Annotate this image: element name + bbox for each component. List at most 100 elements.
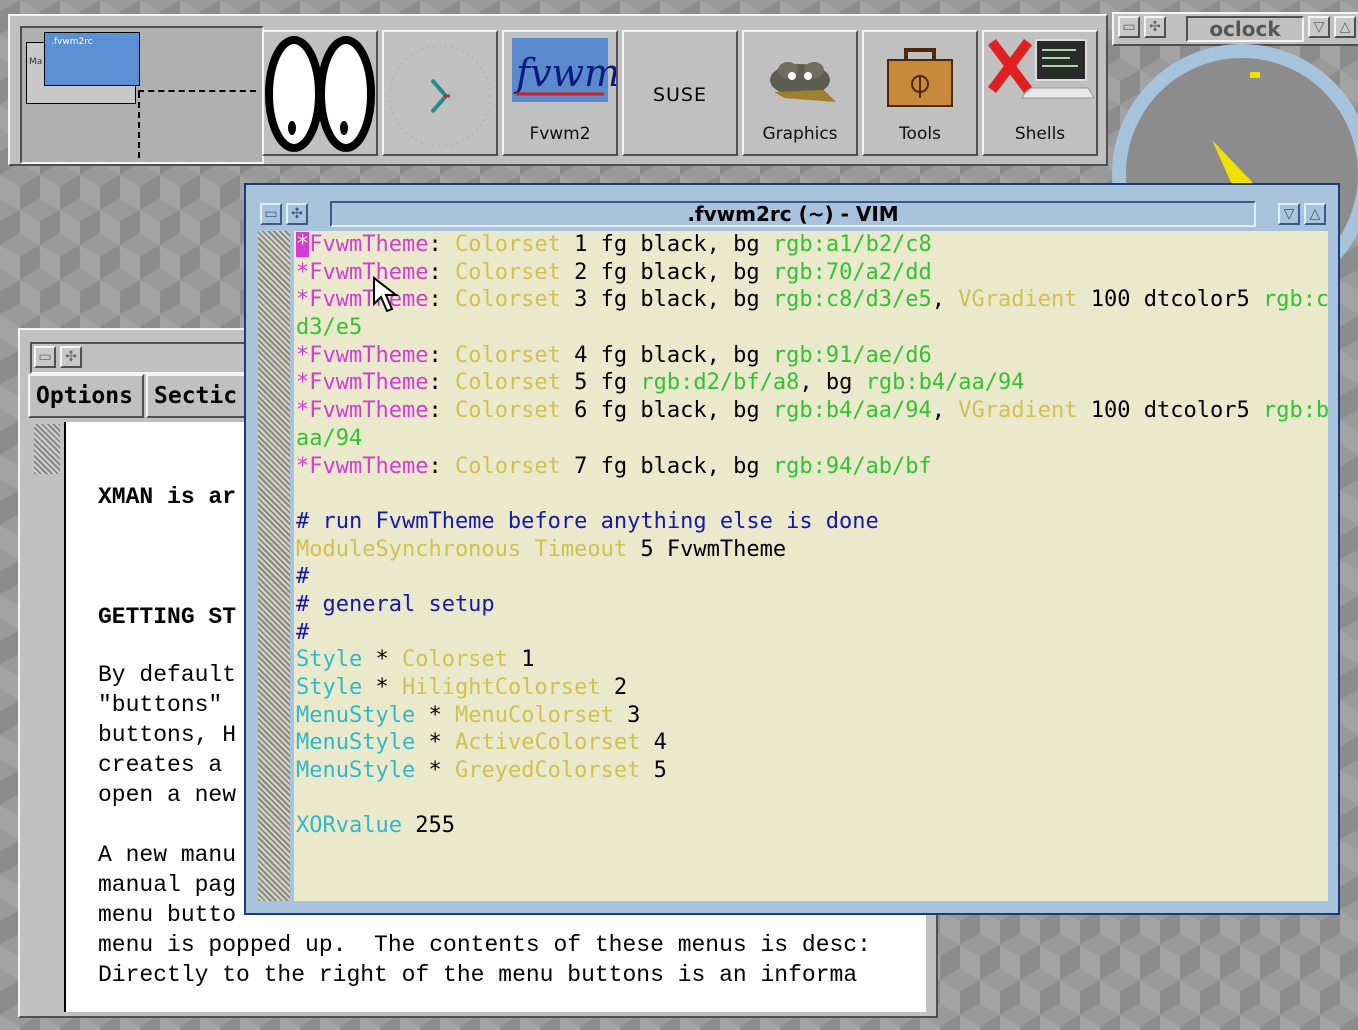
iconify-icon[interactable]: ▽ <box>1278 203 1300 225</box>
code-token: Colorset <box>454 287 561 313</box>
oclock-title: oclock <box>1186 16 1304 42</box>
gimp-icon <box>770 62 836 102</box>
vim-scrollbar[interactable] <box>258 231 290 901</box>
xman-scroll-thumb[interactable] <box>34 424 60 474</box>
code-token: MenuStyle <box>296 702 416 728</box>
code-token: aa/94 <box>296 425 363 451</box>
code-token: Colorset <box>454 342 561 368</box>
minimize-icon[interactable]: ▭ <box>1118 16 1140 38</box>
code-line: aa/94 <box>294 425 1328 453</box>
xterm-icon <box>988 39 1095 99</box>
maximize-icon[interactable]: △ <box>1304 203 1326 225</box>
code-token: , <box>931 398 959 424</box>
text-line: creates a <box>98 752 223 778</box>
code-token: rgb:c8/d3/e5 <box>772 287 932 313</box>
code-line: *FvwmTheme: Colorset 6 fg black, bg rgb:… <box>294 397 1328 425</box>
code-token: 7 fg black, bg <box>560 453 773 479</box>
options-menu[interactable]: Options <box>28 374 144 418</box>
xman-scrollbar[interactable] <box>32 422 66 1012</box>
move-icon[interactable]: ✣ <box>286 203 308 225</box>
code-token: * <box>415 758 455 784</box>
code-token: 2 fg black, bg <box>560 259 773 285</box>
code-line: # general setup <box>294 591 1328 619</box>
pager-active-window[interactable]: .fvwm2rc <box>44 32 140 86</box>
code-token: Colorset <box>454 453 561 479</box>
code-token: rgb:70/a2/dd <box>772 259 932 285</box>
graphics-button[interactable]: Graphics <box>742 30 858 156</box>
graphics-label: Graphics <box>762 124 838 144</box>
iconify-icon[interactable]: ▽ <box>1308 16 1330 38</box>
code-token: 5 FvwmTheme <box>627 536 787 562</box>
code-line: *FvwmTheme: Colorset 1 fg black, bg rgb:… <box>294 231 1328 259</box>
text-line: Directly to the right of the menu button… <box>98 962 858 988</box>
pager-divider <box>138 90 256 92</box>
minimize-icon[interactable]: ▭ <box>260 203 282 225</box>
maximize-icon[interactable]: △ <box>1334 16 1356 38</box>
code-token: , bg <box>799 370 866 396</box>
text-line: "buttons" <box>98 692 223 718</box>
vim-titlebar[interactable]: ▭ ✣ .fvwm2rc (~) - VIM ▽ △ <box>260 199 1326 229</box>
code-token: 5 fg <box>560 370 641 396</box>
move-icon[interactable]: ✣ <box>1144 16 1166 38</box>
code-token: 3 fg black, bg <box>560 287 773 313</box>
text-cursor: * <box>296 232 310 257</box>
shells-button[interactable]: Shells <box>982 30 1098 156</box>
code-line: ModuleSynchronous Timeout 5 FvwmTheme <box>294 536 1328 564</box>
clock-button[interactable] <box>382 30 498 156</box>
code-token: 6 fg black, bg <box>560 398 773 424</box>
fvwm2-button[interactable]: fvwm Fvwm2 <box>502 30 620 156</box>
code-token: # <box>296 564 310 590</box>
vim-editor[interactable]: *FvwmTheme: Colorset 1 fg black, bg rgb:… <box>294 231 1328 901</box>
code-token: Timeout <box>534 536 628 562</box>
mouse-pointer-icon <box>373 276 399 313</box>
code-line: *FvwmTheme: Colorset 4 fg black, bg rgb:… <box>294 342 1328 370</box>
code-token: *FvwmTheme <box>296 342 429 368</box>
code-token: # <box>296 619 310 645</box>
code-token: 3 <box>613 702 641 728</box>
code-token: * <box>362 647 402 673</box>
code-token: HilightColorset <box>401 675 601 700</box>
xeyes-button[interactable] <box>262 30 378 156</box>
code-token: *FvwmTheme <box>296 398 429 424</box>
code-token: *FvwmTheme <box>296 453 429 479</box>
code-token: 100 dtcolor5 <box>1077 287 1263 313</box>
text-line: XMAN is ar <box>98 484 237 510</box>
minimize-icon[interactable]: ▭ <box>34 346 56 368</box>
code-token: rgb:b4/ <box>1262 398 1328 424</box>
code-token: Style <box>296 647 363 673</box>
code-token: GreyedColorset <box>454 758 641 784</box>
code-line: *FvwmTheme: Colorset 3 fg black, bg rgb:… <box>294 286 1328 314</box>
code-token: : <box>428 370 455 396</box>
suse-button[interactable]: SUSE <box>622 30 738 156</box>
code-token: rgb:94/ab/bf <box>772 453 932 479</box>
code-line: # <box>294 619 1328 647</box>
tools-button[interactable]: Tools <box>862 30 978 156</box>
code-token: Colorset <box>454 259 561 285</box>
code-token: , <box>931 287 959 313</box>
code-token: rgb:b4/aa/94 <box>865 370 1025 396</box>
code-line: *FvwmTheme: Colorset 5 fg rgb:d2/bf/a8, … <box>294 369 1328 397</box>
text-line: buttons, H <box>98 722 237 748</box>
oclock-titlebar[interactable]: ▭ ✣ oclock ▽ △ <box>1112 12 1358 46</box>
text-line: open a new <box>98 782 237 808</box>
code-token: ActiveColorset <box>454 730 641 756</box>
desktop-pager[interactable]: Ma .fvwm2rc <box>20 26 264 164</box>
code-token: VGradient <box>958 287 1078 313</box>
text-line: menu is popped up. The contents of these… <box>98 932 871 958</box>
code-token: rgb:d2/bf/a8 <box>640 370 800 396</box>
code-token: XORvalue <box>296 813 402 839</box>
code-token: 1 <box>507 647 535 673</box>
code-line: XORvalue 255 <box>294 812 1328 840</box>
code-token: Colorset <box>454 232 561 257</box>
code-token: rgb:91/ae/d6 <box>772 342 932 368</box>
move-icon[interactable]: ✣ <box>60 346 82 368</box>
code-token: : <box>428 342 455 368</box>
code-token: * <box>415 730 455 756</box>
code-token: *FvwmTheme <box>296 287 429 313</box>
code-line: *FvwmTheme: Colorset 7 fg black, bg rgb:… <box>294 453 1328 481</box>
fvwm-logo-icon: fvwm <box>512 38 620 102</box>
code-line: # <box>294 563 1328 591</box>
code-token: 4 fg black, bg <box>560 342 773 368</box>
code-token: * <box>415 702 455 728</box>
